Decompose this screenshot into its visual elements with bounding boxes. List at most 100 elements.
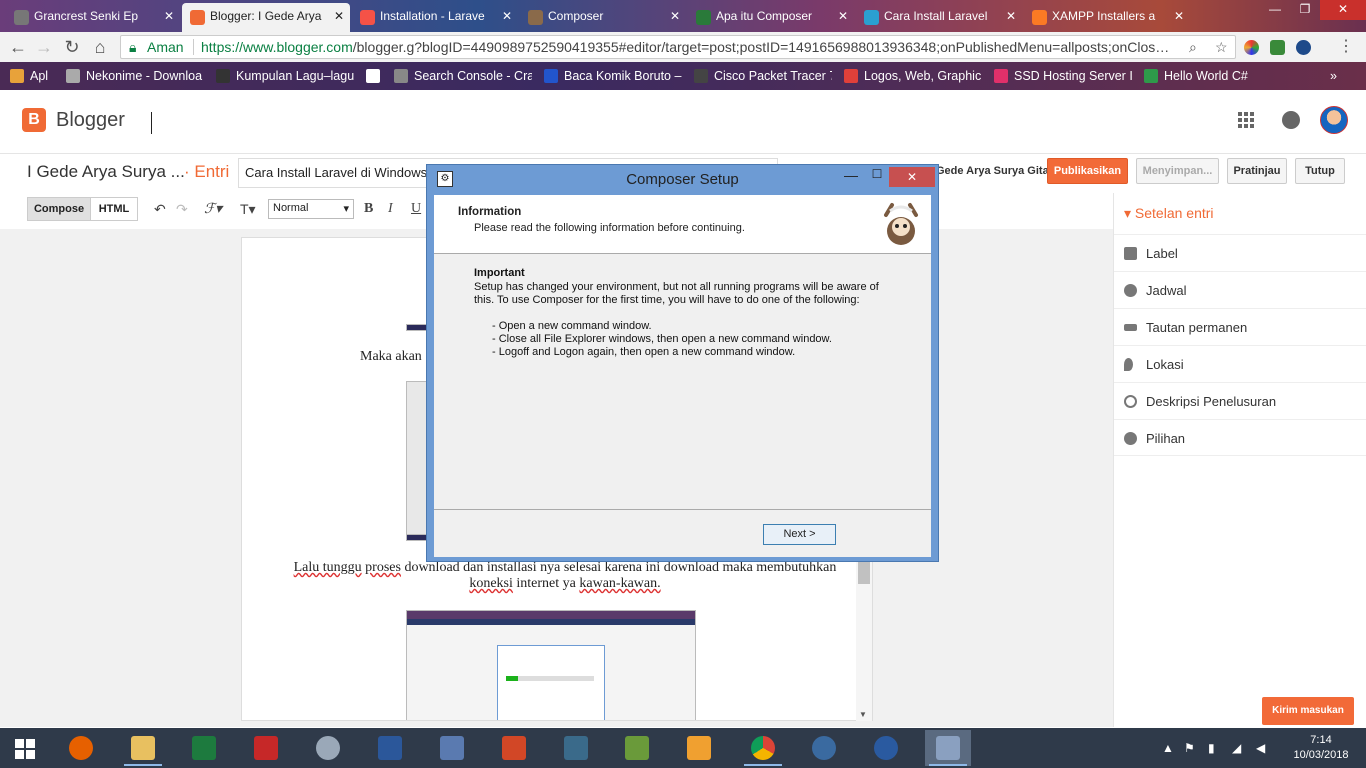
avatar[interactable] [1320, 106, 1348, 134]
dialog-minimize-button[interactable]: — [837, 167, 865, 189]
settings-item-label[interactable]: Label [1114, 234, 1366, 271]
chrome-menu-icon[interactable]: ⋮ [1334, 36, 1358, 58]
redo-icon[interactable]: ↷ [176, 201, 188, 218]
wifi-signal-icon[interactable]: ◢ [1232, 728, 1241, 768]
settings-title[interactable]: ▾ Setelan entri [1124, 205, 1214, 222]
taskbar-mysql-workbench[interactable] [553, 730, 599, 766]
bookmark-item[interactable]: SSD Hosting Server In [992, 67, 1132, 85]
next-button[interactable]: Next > [763, 524, 836, 545]
embedded-screenshot-large[interactable] [406, 610, 696, 720]
maximize-window-button[interactable]: ❐ [1290, 0, 1320, 20]
google-apps-icon[interactable] [1238, 112, 1254, 128]
paragraph-format-select[interactable]: Normal ▾ [268, 199, 354, 219]
address-bar[interactable]: 🔒︎ Aman https://www.blogger.com/blogger.… [120, 35, 1236, 59]
taskbar-dolphin-app[interactable] [801, 730, 847, 766]
close-tab-icon[interactable]: ✕ [164, 3, 174, 30]
start-button[interactable] [2, 730, 48, 766]
extension-green-icon[interactable] [1270, 40, 1285, 55]
zoom-search-icon[interactable]: ⌕ [1189, 36, 1197, 58]
scrollbar-thumb[interactable] [858, 562, 870, 584]
taskbar-composer-setup[interactable] [925, 730, 971, 766]
settings-item-text: Lokasi [1146, 357, 1184, 372]
forward-arrow-icon[interactable]: → [32, 36, 56, 58]
settings-item-location[interactable]: Lokasi [1114, 345, 1366, 382]
taskbar-powerpoint[interactable] [491, 730, 537, 766]
bookmark-item[interactable]: Hello World C# [1142, 67, 1262, 85]
minimize-window-button[interactable]: — [1260, 0, 1290, 20]
extension-globe-icon[interactable] [1296, 40, 1311, 55]
close-tab-icon[interactable]: ✕ [838, 3, 848, 30]
save-button[interactable]: Menyimpan... [1136, 158, 1219, 184]
bookmarks-overflow-button[interactable]: » [1330, 67, 1350, 85]
publish-button[interactable]: Publikasikan [1047, 158, 1128, 184]
bookmark-item[interactable]: Nekonime - Downloa [64, 67, 204, 85]
bold-button[interactable]: B [364, 201, 373, 217]
home-icon[interactable]: ⌂ [88, 36, 112, 58]
bookmark-star-icon[interactable]: ☆ [1215, 36, 1228, 58]
font-family-icon[interactable]: ℱ▾ [204, 201, 222, 218]
font-size-icon[interactable]: T▾ [240, 201, 256, 218]
browser-tab-active[interactable]: Blogger: I Gede Arya ✕ [182, 3, 350, 32]
settings-item-permalink[interactable]: Tautan permanen [1114, 308, 1366, 345]
url-text[interactable]: https://www.blogger.com/blogger.g?blogID… [201, 36, 1176, 58]
taskbar-word[interactable] [367, 730, 413, 766]
dialog-close-button[interactable]: ✕ [889, 167, 935, 187]
browser-tab[interactable]: Grancrest Senki Ep ✕ [6, 3, 180, 32]
underline-button[interactable]: U [411, 201, 421, 217]
flag-icon[interactable]: ⚑ [1184, 728, 1195, 768]
extension-colorwheel-icon[interactable] [1244, 40, 1259, 55]
italic-button[interactable]: I [388, 201, 393, 217]
close-tab-icon[interactable]: ✕ [502, 3, 512, 30]
taskbar-paint[interactable] [305, 730, 351, 766]
bookmark-item[interactable]: Apl [8, 67, 58, 85]
close-tab-icon[interactable]: ✕ [670, 3, 680, 30]
close-tab-icon[interactable]: ✕ [334, 3, 344, 30]
blog-name[interactable]: I Gede Arya Surya ... [27, 162, 185, 182]
html-mode-button[interactable]: HTML [90, 197, 138, 221]
blogger-brand[interactable]: Blogger [56, 109, 125, 132]
compose-mode-button[interactable]: Compose [27, 197, 91, 221]
taskbar-media-player[interactable] [676, 730, 722, 766]
bookmark-item[interactable] [364, 67, 386, 85]
content-paragraph: Lalu tunggu proses download dan installa… [270, 560, 860, 592]
taskbar-firefox[interactable] [58, 730, 104, 766]
volume-icon[interactable]: ◀︎ [1256, 728, 1265, 768]
taskbar-sketch-tool[interactable] [614, 730, 660, 766]
settings-item-options[interactable]: Pilihan [1114, 419, 1366, 456]
bookmark-item[interactable]: Search Console - Cra [392, 67, 532, 85]
blogger-logo-icon[interactable]: B [22, 108, 46, 132]
system-clock[interactable]: 7:14 10/03/2018 [1286, 733, 1356, 763]
taskbar-chrome[interactable] [740, 730, 786, 766]
bookmark-item[interactable]: Baca Komik Boruto – [542, 67, 682, 85]
browser-tab[interactable]: Apa itu Composer ✕ [688, 3, 854, 32]
taskbar-excel[interactable] [181, 730, 227, 766]
taskbar-bird-app[interactable] [863, 730, 909, 766]
send-feedback-button[interactable]: Kirim masukan [1262, 697, 1354, 725]
taskbar-network-tool[interactable] [429, 730, 475, 766]
bookmark-item[interactable]: Logos, Web, Graphic [842, 67, 982, 85]
browser-tab[interactable]: Cara Install Laravel ✕ [856, 3, 1022, 32]
close-post-button[interactable]: Tutup [1295, 158, 1345, 184]
close-tab-icon[interactable]: ✕ [1174, 3, 1184, 30]
browser-tab[interactable]: Installation - Larave ✕ [352, 3, 518, 32]
settings-item-search-description[interactable]: Deskripsi Penelusuran [1114, 382, 1366, 419]
browser-tab[interactable]: XAMPP Installers a ✕ [1024, 3, 1190, 32]
settings-item-schedule[interactable]: Jadwal [1114, 271, 1366, 308]
browser-tab[interactable]: Composer ✕ [520, 3, 686, 32]
back-arrow-icon[interactable]: ← [6, 36, 30, 58]
taskbar-file-explorer[interactable] [120, 730, 166, 766]
taskbar-filezilla[interactable] [243, 730, 289, 766]
dialog-maximize-button[interactable]: ☐ [865, 167, 889, 189]
show-hidden-icons-icon[interactable]: ▲ [1162, 728, 1174, 768]
battery-icon[interactable]: ▮ [1208, 728, 1215, 768]
undo-icon[interactable]: ↶ [154, 201, 166, 218]
scroll-down-icon[interactable]: ▼ [859, 710, 867, 719]
bookmark-item[interactable]: Kumpulan Lagu–lagu [214, 67, 354, 85]
dialog-footer-divider [434, 509, 931, 510]
notifications-bell-icon[interactable] [1282, 111, 1300, 129]
close-window-button[interactable]: ✕ [1320, 0, 1366, 20]
preview-button[interactable]: Pratinjau [1227, 158, 1287, 184]
reload-icon[interactable]: ↻ [60, 36, 84, 58]
bookmark-item[interactable]: Cisco Packet Tracer 7 [692, 67, 832, 85]
close-tab-icon[interactable]: ✕ [1006, 3, 1016, 30]
